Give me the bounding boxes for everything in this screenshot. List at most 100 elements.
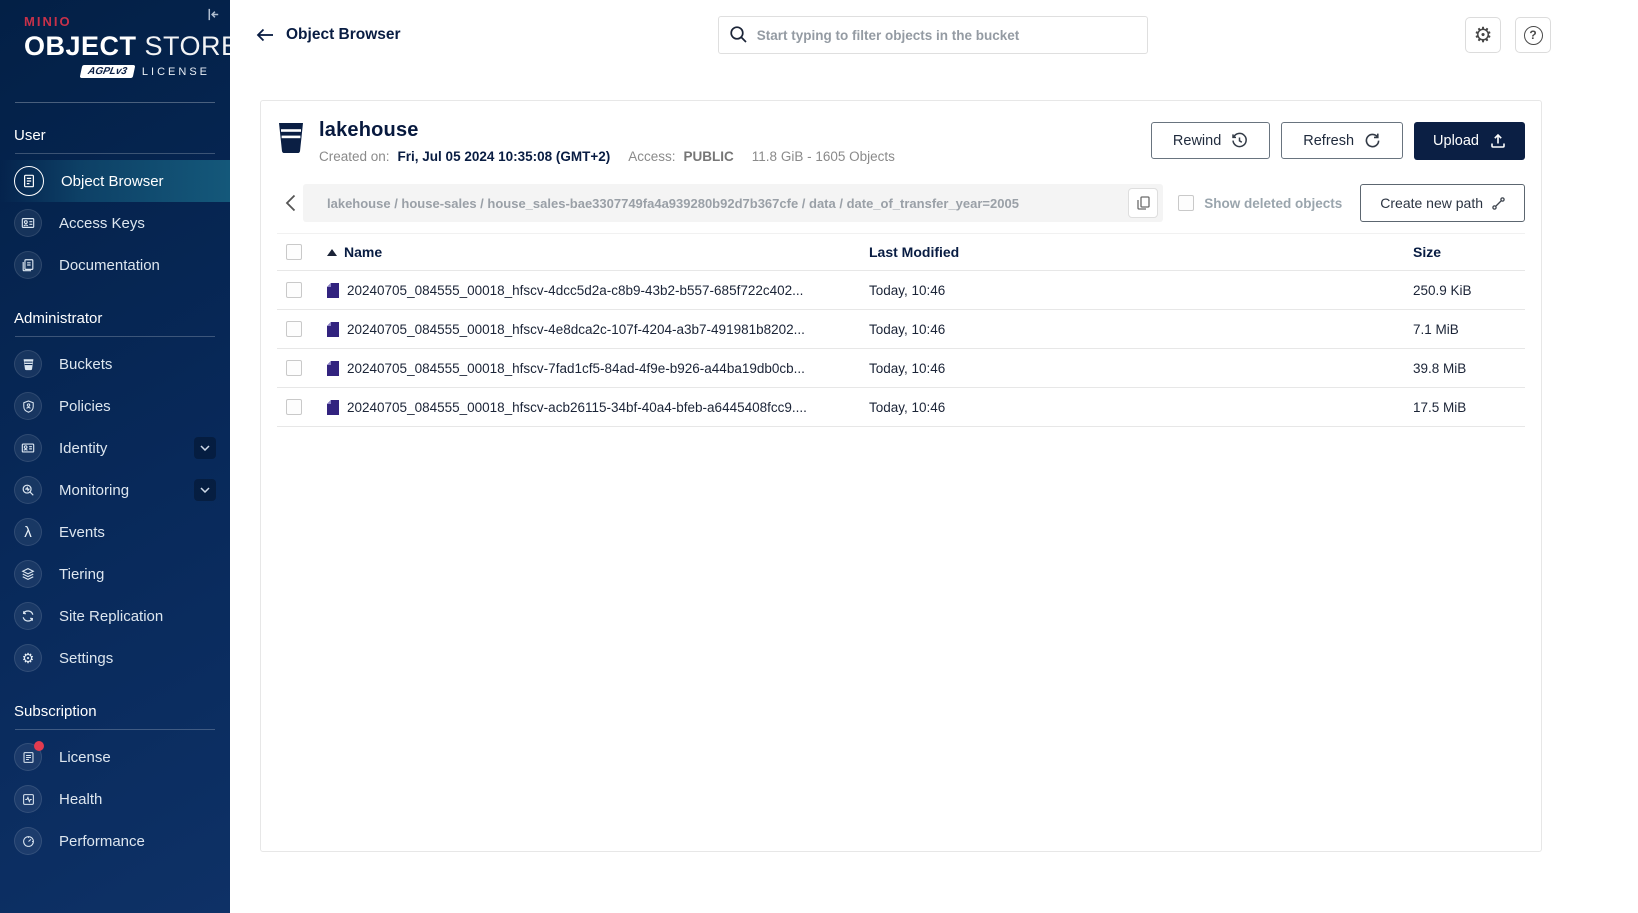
divider: [15, 102, 215, 103]
topbar-actions: ⚙ ?: [1465, 17, 1551, 53]
sidebar-item-performance[interactable]: Performance: [0, 820, 230, 862]
chevron-down-icon[interactable]: [194, 437, 216, 459]
sidebar-item-site-replication[interactable]: Site Replication: [0, 595, 230, 637]
sidebar-item-label: Settings: [59, 650, 113, 667]
table-row[interactable]: 20240705_084555_00018_hfscv-acb26115-34b…: [277, 388, 1525, 427]
logo-brand: MINIO: [24, 14, 212, 29]
settings-button[interactable]: ⚙: [1465, 17, 1501, 53]
divider: [15, 729, 215, 730]
search-area: [401, 16, 1465, 54]
last-modified-cell: Today, 10:46: [869, 361, 1413, 376]
size-cell: 39.8 MiB: [1413, 361, 1525, 376]
monitoring-icon: [14, 476, 42, 504]
sidebar-collapse-icon[interactable]: [206, 7, 221, 22]
sidebar-item-identity[interactable]: Identity: [0, 427, 230, 469]
sidebar-item-policies[interactable]: Policies: [0, 385, 230, 427]
object-name-cell[interactable]: 20240705_084555_00018_hfscv-7fad1cf5-84a…: [327, 361, 869, 376]
sidebar-item-settings[interactable]: ⚙ Settings: [0, 637, 230, 679]
modified-column-header[interactable]: Last Modified: [869, 244, 1413, 260]
identity-icon: [14, 434, 42, 462]
object-browser-icon: [14, 166, 44, 196]
sidebar-item-label: Buckets: [59, 356, 112, 373]
size-column-header[interactable]: Size: [1413, 244, 1525, 260]
sidebar-section-subscription: Subscription License Health: [0, 689, 230, 862]
access-keys-icon: [14, 209, 42, 237]
select-all-checkbox[interactable]: [286, 244, 302, 260]
refresh-label: Refresh: [1303, 133, 1354, 149]
size-cell: 7.1 MiB: [1413, 322, 1525, 337]
created-value: Fri, Jul 05 2024 10:35:08 (GMT+2): [398, 149, 611, 164]
create-new-path-button[interactable]: Create new path: [1360, 184, 1525, 222]
copy-path-button[interactable]: [1128, 188, 1158, 218]
sidebar-item-tiering[interactable]: Tiering: [0, 553, 230, 595]
show-deleted-toggle[interactable]: Show deleted objects: [1178, 195, 1342, 211]
show-deleted-label: Show deleted objects: [1204, 196, 1342, 211]
rewind-label: Rewind: [1173, 133, 1221, 149]
last-modified-cell: Today, 10:46: [869, 283, 1413, 298]
created-label: Created on:: [319, 149, 390, 164]
agpl-badge: AGPLv3: [80, 65, 136, 78]
breadcrumb-path[interactable]: lakehouse / house-sales / house_sales-ba…: [327, 196, 1019, 211]
table-row[interactable]: 20240705_084555_00018_hfscv-4e8dca2c-107…: [277, 310, 1525, 349]
row-checkbox[interactable]: [286, 360, 302, 376]
sort-asc-icon: [327, 249, 337, 256]
section-title: Administrator: [0, 296, 230, 336]
sidebar-item-events[interactable]: λ Events: [0, 511, 230, 553]
row-checkbox[interactable]: [286, 321, 302, 337]
sidebar-item-label: Identity: [59, 440, 107, 457]
sidebar-item-label: Object Browser: [61, 173, 164, 190]
refresh-icon: [1364, 132, 1381, 149]
copy-icon: [1137, 196, 1150, 210]
help-button[interactable]: ?: [1515, 17, 1551, 53]
chevron-down-icon[interactable]: [194, 479, 216, 501]
divider: [15, 336, 215, 337]
search-box: [718, 16, 1148, 54]
sidebar-item-label: Documentation: [59, 257, 160, 274]
object-name-cell[interactable]: 20240705_084555_00018_hfscv-4e8dca2c-107…: [327, 322, 869, 337]
name-column-header[interactable]: Name: [327, 244, 869, 260]
help-icon: ?: [1524, 26, 1543, 45]
access-value[interactable]: PUBLIC: [684, 149, 734, 164]
table-row[interactable]: 20240705_084555_00018_hfscv-4dcc5d2a-c8b…: [277, 271, 1525, 310]
refresh-button[interactable]: Refresh: [1281, 122, 1403, 159]
upload-button[interactable]: Upload: [1414, 122, 1525, 160]
row-checkbox[interactable]: [286, 282, 302, 298]
select-all-cell: [277, 244, 327, 260]
file-icon: [327, 400, 339, 415]
bucket-name: lakehouse: [319, 119, 895, 142]
buckets-icon: [14, 350, 42, 378]
back-arrow-icon[interactable]: [256, 28, 274, 42]
sidebar-item-monitoring[interactable]: Monitoring: [0, 469, 230, 511]
bucket-actions: Rewind Refresh Upload: [1151, 119, 1525, 160]
sidebar-item-documentation[interactable]: Documentation: [0, 244, 230, 286]
site-replication-icon: [14, 602, 42, 630]
sidebar-item-label: Access Keys: [59, 215, 145, 232]
sidebar-item-label: Site Replication: [59, 608, 163, 625]
objects-table: Name Last Modified Size 20240705_084555_…: [277, 233, 1525, 427]
main-content: Object Browser ⚙ ?: [230, 0, 1638, 913]
show-deleted-checkbox[interactable]: [1178, 195, 1194, 211]
size-cell: 250.9 KiB: [1413, 283, 1525, 298]
column-label-name: Name: [344, 244, 382, 260]
page-title: Object Browser: [286, 26, 401, 44]
size-cell: 17.5 MiB: [1413, 400, 1525, 415]
sidebar-item-license[interactable]: License: [0, 736, 230, 778]
rewind-button[interactable]: Rewind: [1151, 122, 1270, 159]
section-title: User: [0, 113, 230, 153]
object-name-cell[interactable]: 20240705_084555_00018_hfscv-4dcc5d2a-c8b…: [327, 283, 869, 298]
object-name-cell[interactable]: 20240705_084555_00018_hfscv-acb26115-34b…: [327, 400, 869, 415]
breadcrumb-back-icon[interactable]: [277, 194, 303, 212]
settings-icon: ⚙: [14, 644, 42, 672]
upload-label: Upload: [1433, 133, 1479, 149]
bucket-info: lakehouse Created on: Fri, Jul 05 2024 1…: [319, 119, 895, 164]
sidebar-item-buckets[interactable]: Buckets: [0, 343, 230, 385]
table-row[interactable]: 20240705_084555_00018_hfscv-7fad1cf5-84a…: [277, 349, 1525, 388]
filter-objects-input[interactable]: [718, 16, 1148, 54]
logo-title: OBJECT STORE: [24, 31, 212, 62]
file-icon: [327, 322, 339, 337]
file-icon: [327, 283, 339, 298]
sidebar-item-object-browser[interactable]: Object Browser: [0, 160, 230, 202]
sidebar-item-health[interactable]: Health: [0, 778, 230, 820]
sidebar-item-access-keys[interactable]: Access Keys: [0, 202, 230, 244]
row-checkbox[interactable]: [286, 399, 302, 415]
